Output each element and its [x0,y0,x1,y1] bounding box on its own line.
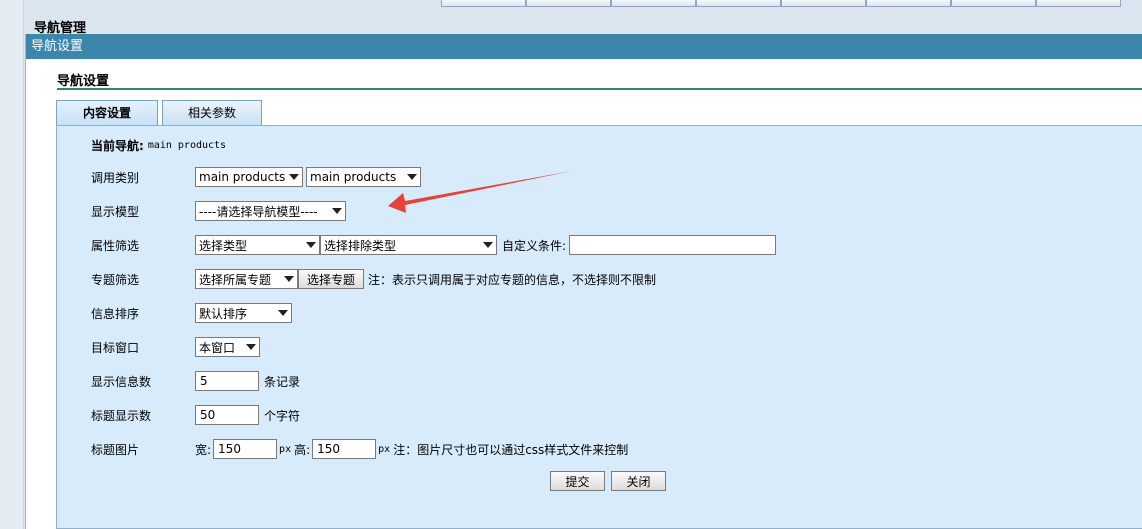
call-type-label: 调用类别 [91,170,140,185]
attr-exclude-select-value: 选择排除类型 [324,238,397,253]
call-type-select-secondary[interactable]: main products [306,167,421,187]
section-title: 导航设置 [57,74,110,89]
current-nav-row: 当前导航: main products [91,134,226,156]
top-menu-tab[interactable] [611,0,696,7]
custom-condition-label: 自定义条件: [502,238,567,253]
sort-row: 信息排序 默认排序 [91,302,295,324]
content-settings-form: 当前导航: main products 调用类别 main products m… [56,125,1142,529]
custom-condition-input[interactable] [569,235,777,255]
image-height-unit: px [378,443,391,455]
top-menu-tab[interactable] [951,0,1036,7]
chevron-down-icon [284,276,294,282]
choose-topic-button[interactable]: 选择专题 [298,269,364,289]
chevron-down-icon [246,344,256,350]
call-type-select-secondary-value: main products [310,170,397,184]
tab-related-params[interactable]: 相关参数 [162,100,262,126]
display-model-select[interactable]: ----请选择导航模型---- [195,201,346,221]
title-length-unit: 个字符 [264,408,301,423]
display-model-label: 显示模型 [91,204,140,219]
title-length-label: 标题显示数 [91,408,152,423]
close-button[interactable]: 关闭 [611,471,666,491]
top-menu-tab[interactable] [526,0,611,7]
chevron-down-icon [483,242,493,248]
topic-select-value: 选择所属专题 [199,272,272,287]
attr-type-select-value: 选择类型 [199,238,248,253]
title-length-input[interactable]: 50 [195,405,259,425]
panel-header: 导航设置 [26,34,1142,59]
target-window-select[interactable]: 本窗口 [195,337,260,357]
chevron-down-icon [332,208,342,214]
topic-filter-row: 专题筛选 选择所属专题 选择专题 注：表示只调用属于对应专题的信息，不选择则不限… [91,268,656,290]
current-nav-label: 当前导航: [91,138,144,153]
image-height-input[interactable]: 150 [312,439,377,459]
info-count-input[interactable]: 5 [195,371,259,391]
tab-bar: 内容设置 相关参数 [56,100,266,126]
call-type-row: 调用类别 main products main products [91,166,424,188]
top-menu-tab[interactable] [781,0,866,7]
topic-filter-label: 专题筛选 [91,272,140,287]
target-window-row: 目标窗口 本窗口 [91,336,263,358]
section-divider [57,88,1142,90]
attr-filter-row: 属性筛选 选择类型 选择排除类型 自定义条件: [91,234,777,256]
image-width-unit: px [279,443,292,455]
sort-label: 信息排序 [91,306,140,321]
top-menu-tab[interactable] [866,0,951,7]
chevron-down-icon [306,242,316,248]
display-model-select-value: ----请选择导航模型---- [199,204,318,219]
title-length-row: 标题显示数 50 个字符 [91,404,300,426]
top-menu-tabs [441,0,1142,8]
submit-button[interactable]: 提交 [550,471,605,491]
info-count-unit: 条记录 [264,374,301,389]
chevron-down-icon [278,310,288,316]
image-size-note: 注：图片尺寸也可以通过css样式文件来控制 [393,442,629,457]
title-image-row: 标题图片 宽: 150 px 高: 150 px 注：图片尺寸也可以通过css样… [91,438,628,460]
topic-filter-note: 注：表示只调用属于对应专题的信息，不选择则不限制 [368,272,657,287]
image-width-input[interactable]: 150 [213,439,278,459]
top-menu-tab[interactable] [441,0,526,7]
display-model-row: 显示模型 ----请选择导航模型---- [91,200,349,222]
tab-content-settings[interactable]: 内容设置 [56,100,158,126]
call-type-select-primary-value: main products [199,170,286,184]
target-window-select-value: 本窗口 [199,340,236,355]
chevron-down-icon [289,174,300,180]
title-image-label: 标题图片 [91,442,140,457]
form-actions: 提交 关闭 [550,470,666,492]
sort-select[interactable]: 默认排序 [195,303,292,323]
info-count-label: 显示信息数 [91,374,152,389]
image-height-label: 高: [294,442,311,457]
attr-exclude-select[interactable]: 选择排除类型 [320,235,497,255]
target-window-label: 目标窗口 [91,340,140,355]
sort-select-value: 默认排序 [199,306,248,321]
nav-settings-panel: 导航设置 导航设置 内容设置 相关参数 当前导航: main products … [25,34,1142,529]
top-menu-tab[interactable] [696,0,781,7]
current-nav-value: main products [147,139,227,151]
top-menu-tab[interactable] [1036,0,1121,7]
left-frame-strip [0,0,24,529]
attr-type-select[interactable]: 选择类型 [195,235,320,255]
topic-select[interactable]: 选择所属专题 [195,269,298,289]
info-count-row: 显示信息数 5 条记录 [91,370,300,392]
image-width-label: 宽: [195,442,212,457]
chevron-down-icon [407,174,417,180]
call-type-select-primary[interactable]: main products [195,167,303,187]
attr-filter-label: 属性筛选 [91,238,140,253]
